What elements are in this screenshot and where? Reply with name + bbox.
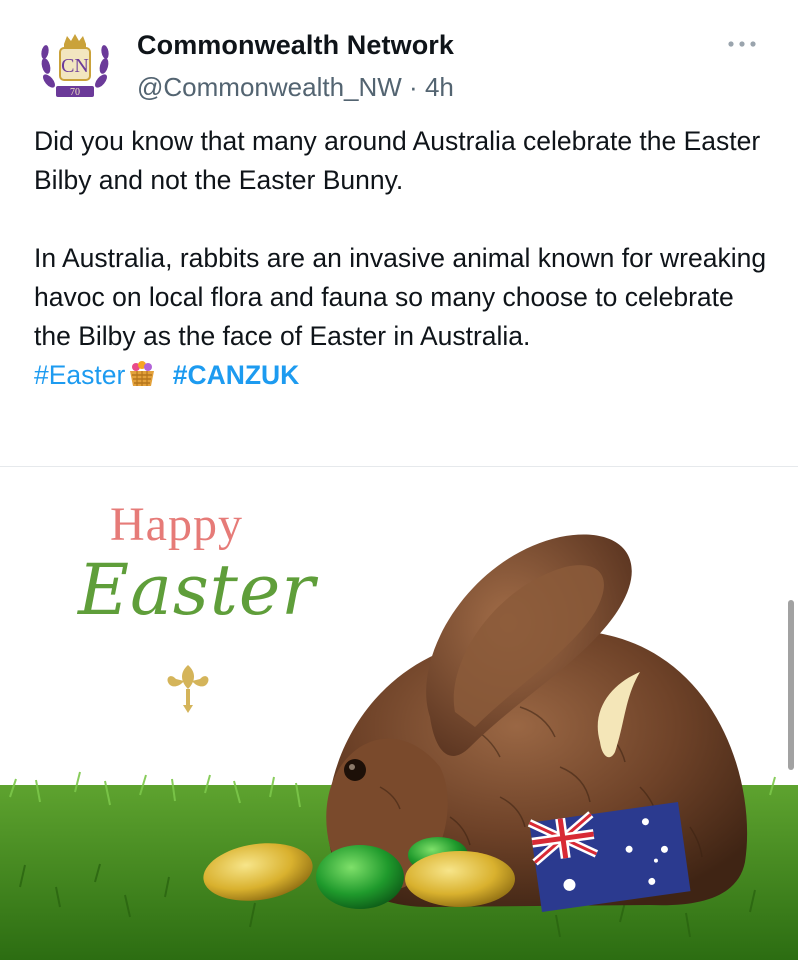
commonwealth-logo-icon: CN 70	[35, 27, 115, 107]
hashtag-easter[interactable]: #Easter	[34, 360, 125, 390]
svg-text:CN: CN	[61, 55, 89, 77]
greeting-happy: Happy	[110, 498, 243, 551]
more-options-button[interactable]	[726, 36, 758, 52]
hashtag-row: #Easter #CANZUK	[34, 356, 774, 399]
greeting-easter: Easter	[78, 549, 316, 631]
tweet-media-image[interactable]: Happy Easter	[0, 467, 798, 960]
avatar[interactable]: CN 70	[34, 26, 116, 108]
meta-separator: ·	[409, 72, 418, 102]
timestamp[interactable]: 4h	[425, 72, 454, 102]
author-name[interactable]: Commonwealth Network	[137, 30, 454, 61]
author-meta: @Commonwealth_NW · 4h	[137, 72, 454, 103]
more-options-icon	[728, 41, 756, 47]
tweet-text: Did you know that many around Australia …	[34, 122, 774, 399]
hashtag-canzuk[interactable]: #CANZUK	[173, 360, 300, 390]
svg-text:70: 70	[70, 87, 80, 98]
tweet-paragraph-2: In Australia, rabbits are an invasive an…	[34, 243, 767, 351]
basket-emoji-icon	[127, 360, 157, 399]
author-handle[interactable]: @Commonwealth_NW	[137, 72, 402, 102]
tweet-paragraph-1: Did you know that many around Australia …	[34, 126, 761, 195]
scrollbar[interactable]	[788, 600, 794, 770]
